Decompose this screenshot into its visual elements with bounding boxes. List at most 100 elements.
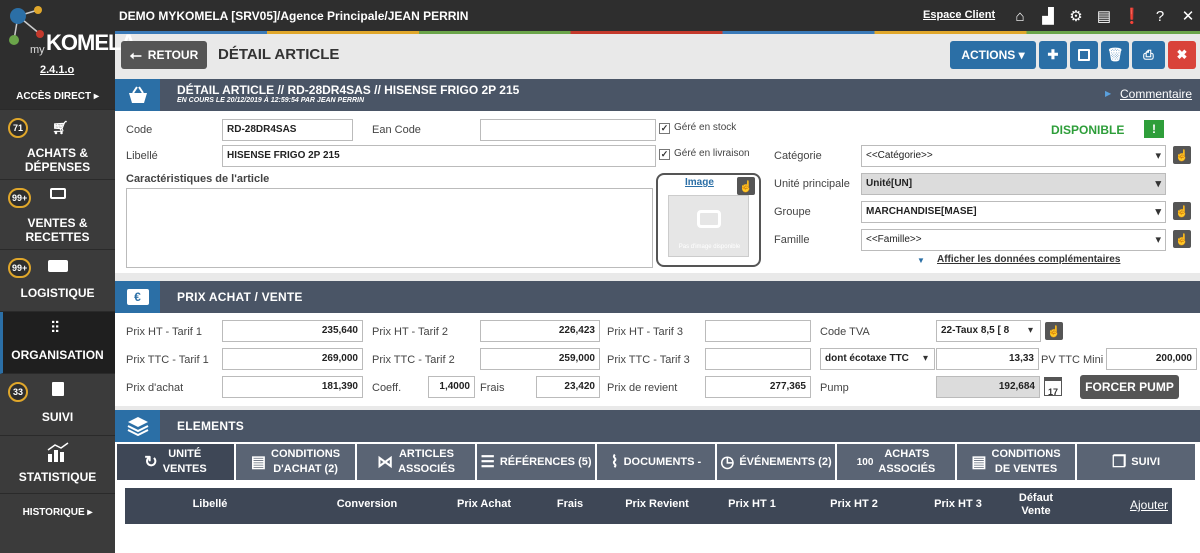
- ht2-input[interactable]: 226,423: [480, 320, 600, 342]
- tab-unite-ventes[interactable]: ↻ UNITÉ VENTES: [117, 444, 234, 480]
- version-link[interactable]: 2.4.1.o: [40, 64, 74, 76]
- tab-label-2: D'ACHAT (2): [273, 463, 338, 475]
- ecotaxe-select[interactable]: dont écotaxe TTC: [820, 348, 935, 370]
- ttc3-input[interactable]: [705, 348, 811, 370]
- ht3-label: Prix HT - Tarif 3: [607, 326, 683, 338]
- tab-label: ÉVÉNEMENTS (2): [739, 455, 832, 468]
- copy-icon: ❐: [1111, 453, 1127, 471]
- help-icon[interactable]: ?: [1147, 3, 1173, 29]
- acces-direct[interactable]: ACCÈS DIRECT ▸: [0, 84, 115, 110]
- sidebar-item-suivi[interactable]: 33 SUIVI: [0, 374, 115, 436]
- close-x-icon: ✖: [1176, 47, 1188, 62]
- sidebar-item-achats[interactable]: 71 🛒︎ ACHATS & DÉPENSES: [0, 110, 115, 180]
- tab-evenements[interactable]: ◷ ÉVÉNEMENTS (2): [717, 444, 835, 480]
- logo[interactable]: my KOMELA 2.4.1.o: [0, 0, 136, 90]
- save-button[interactable]: [1070, 41, 1098, 69]
- ttc2-label: Prix TTC - Tarif 2: [372, 354, 455, 366]
- historique-label: HISTORIQUE ▸: [22, 507, 93, 518]
- suivi-label: SUIVI: [41, 410, 74, 424]
- tva-select[interactable]: 22-Taux 8,5 [ 8: [936, 320, 1041, 342]
- color-strip: [115, 31, 1200, 34]
- sidebar-item-statistique[interactable]: STATISTIQUE: [0, 436, 115, 494]
- coeff-label: Coeff.: [372, 382, 402, 394]
- ht1-input[interactable]: 235,640: [222, 320, 363, 342]
- back-label: RETOUR: [147, 48, 199, 62]
- ht3-input[interactable]: [705, 320, 811, 342]
- coeff-input[interactable]: 1,4000: [428, 376, 475, 398]
- gere-stock-checkbox[interactable]: ✓: [659, 123, 670, 134]
- ajouter-link[interactable]: Ajouter: [1124, 498, 1174, 512]
- tab-conditions-achat[interactable]: ▤ CONDITIONS D'ACHAT (2): [236, 444, 355, 480]
- tab-references[interactable]: ☰ RÉFÉRENCES (5): [477, 444, 595, 480]
- pv-min-input[interactable]: 200,000: [1106, 348, 1197, 370]
- unite-select[interactable]: Unité[UN]: [861, 173, 1166, 195]
- sidebar-item-ventes[interactable]: 99+ VENTES & RECETTES: [0, 180, 115, 250]
- tab-achats-associes[interactable]: 100 ACHATS ASSOCIÉS: [837, 444, 955, 480]
- col-prix-achat: Prix Achat: [456, 498, 511, 510]
- detail-panel: Code RD-28DR4SAS Ean Code ✓ Géré en stoc…: [115, 111, 1200, 273]
- close-button[interactable]: ✖: [1168, 41, 1196, 69]
- gear-icon[interactable]: ⚙: [1063, 3, 1089, 29]
- commentaire-link[interactable]: Commentaire: [1120, 87, 1192, 101]
- sidebar-item-logistique[interactable]: 99+ LOGISTIQUE: [0, 250, 115, 312]
- id-card-icon[interactable]: ▤: [1091, 3, 1117, 29]
- euro-ticket-icon: €: [115, 281, 160, 313]
- pv-min-label: PV TTC Mini: [1041, 354, 1104, 366]
- home-icon[interactable]: ⌂: [1007, 3, 1033, 29]
- achats-label-2: DÉPENSES: [24, 160, 91, 174]
- famille-picker-icon[interactable]: ☝: [1173, 230, 1191, 248]
- add-button[interactable]: ✚: [1039, 41, 1067, 69]
- historique[interactable]: HISTORIQUE ▸: [0, 494, 115, 530]
- ttc1-input[interactable]: 269,000: [222, 348, 363, 370]
- code-input[interactable]: RD-28DR4SAS: [222, 119, 353, 141]
- delete-button[interactable]: 🗑︎: [1101, 41, 1129, 69]
- actions-button[interactable]: ACTIONS ▾: [950, 41, 1036, 69]
- prix-panel: Prix HT - Tarif 1 235,640 Prix HT - Tari…: [115, 313, 1200, 406]
- truck-icon: [48, 260, 68, 272]
- print-button[interactable]: ⎙: [1132, 41, 1165, 69]
- categorie-picker-icon[interactable]: ☝: [1173, 146, 1191, 164]
- tab-documents[interactable]: ⌇ DOCUMENTS -: [597, 444, 715, 480]
- groupe-picker-icon[interactable]: ☝: [1173, 202, 1191, 220]
- tab-articles-associes[interactable]: ⋈ ARTICLES ASSOCIÉS: [357, 444, 475, 480]
- categorie-select[interactable]: <<Catégorie>>: [861, 145, 1166, 167]
- col-prix-ht-3: Prix HT 3: [934, 498, 982, 510]
- sidebar-item-organisation[interactable]: ⫶⫶ ORGANISATION: [0, 312, 115, 374]
- forcer-pump-button[interactable]: FORCER PUMP: [1080, 375, 1179, 399]
- plus-icon: ✚: [1047, 47, 1059, 62]
- achats-label-1: ACHATS &: [26, 146, 89, 160]
- espace-client-link[interactable]: Espace Client: [923, 9, 995, 21]
- gere-livraison-checkbox[interactable]: ✓: [659, 149, 670, 160]
- cart-icon: 🛒︎: [52, 120, 69, 135]
- top-bar: DEMO MYKOMELA [SRV05]/Agence Principale/…: [115, 0, 1200, 32]
- ht1-label: Prix HT - Tarif 1: [126, 326, 202, 338]
- signal-icon[interactable]: ▟: [1035, 3, 1061, 29]
- hand-pointer-icon[interactable]: ☝: [737, 177, 755, 195]
- alert-icon[interactable]: ❗: [1119, 3, 1145, 29]
- famille-select[interactable]: <<Famille>>: [861, 229, 1166, 251]
- close-icon[interactable]: ✕: [1175, 3, 1200, 29]
- back-button[interactable]: ⭠ RETOUR: [121, 41, 207, 69]
- ean-input[interactable]: [480, 119, 656, 141]
- image-box[interactable]: Image ☝ Pas d'image disponible: [656, 173, 761, 267]
- no-image-text: Pas d'image disponible: [678, 244, 741, 250]
- tab-suivi[interactable]: ❐ SUIVI: [1077, 444, 1195, 480]
- frais-input[interactable]: 23,420: [536, 376, 600, 398]
- calendar-icon[interactable]: 17: [1044, 377, 1062, 397]
- tab-conditions-ventes[interactable]: ▤ CONDITIONS DE VENTES: [957, 444, 1075, 480]
- libelle-input[interactable]: HISENSE FRIGO 2P 215: [222, 145, 656, 167]
- image-label[interactable]: Image: [685, 177, 714, 188]
- col-defaut: Défaut: [1018, 492, 1054, 504]
- revient-input[interactable]: 277,365: [705, 376, 811, 398]
- achat-input[interactable]: 181,390: [222, 376, 363, 398]
- ecotaxe-input[interactable]: 13,33: [936, 348, 1039, 370]
- afficher-link[interactable]: Afficher les données complémentaires: [937, 254, 1120, 265]
- gere-livraison-label: Géré en livraison: [674, 148, 750, 159]
- groupe-select[interactable]: MARCHANDISE[MASE]: [861, 201, 1166, 223]
- achats-badge: 71: [8, 118, 28, 138]
- detail-subtitle: EN COURS LE 20/12/2019 À 12:59:54 PAR JE…: [177, 97, 364, 104]
- tva-picker-icon[interactable]: ☝: [1045, 322, 1063, 340]
- caracteristiques-textarea[interactable]: [126, 188, 653, 268]
- logo-my: my: [30, 44, 45, 56]
- ttc2-input[interactable]: 259,000: [480, 348, 600, 370]
